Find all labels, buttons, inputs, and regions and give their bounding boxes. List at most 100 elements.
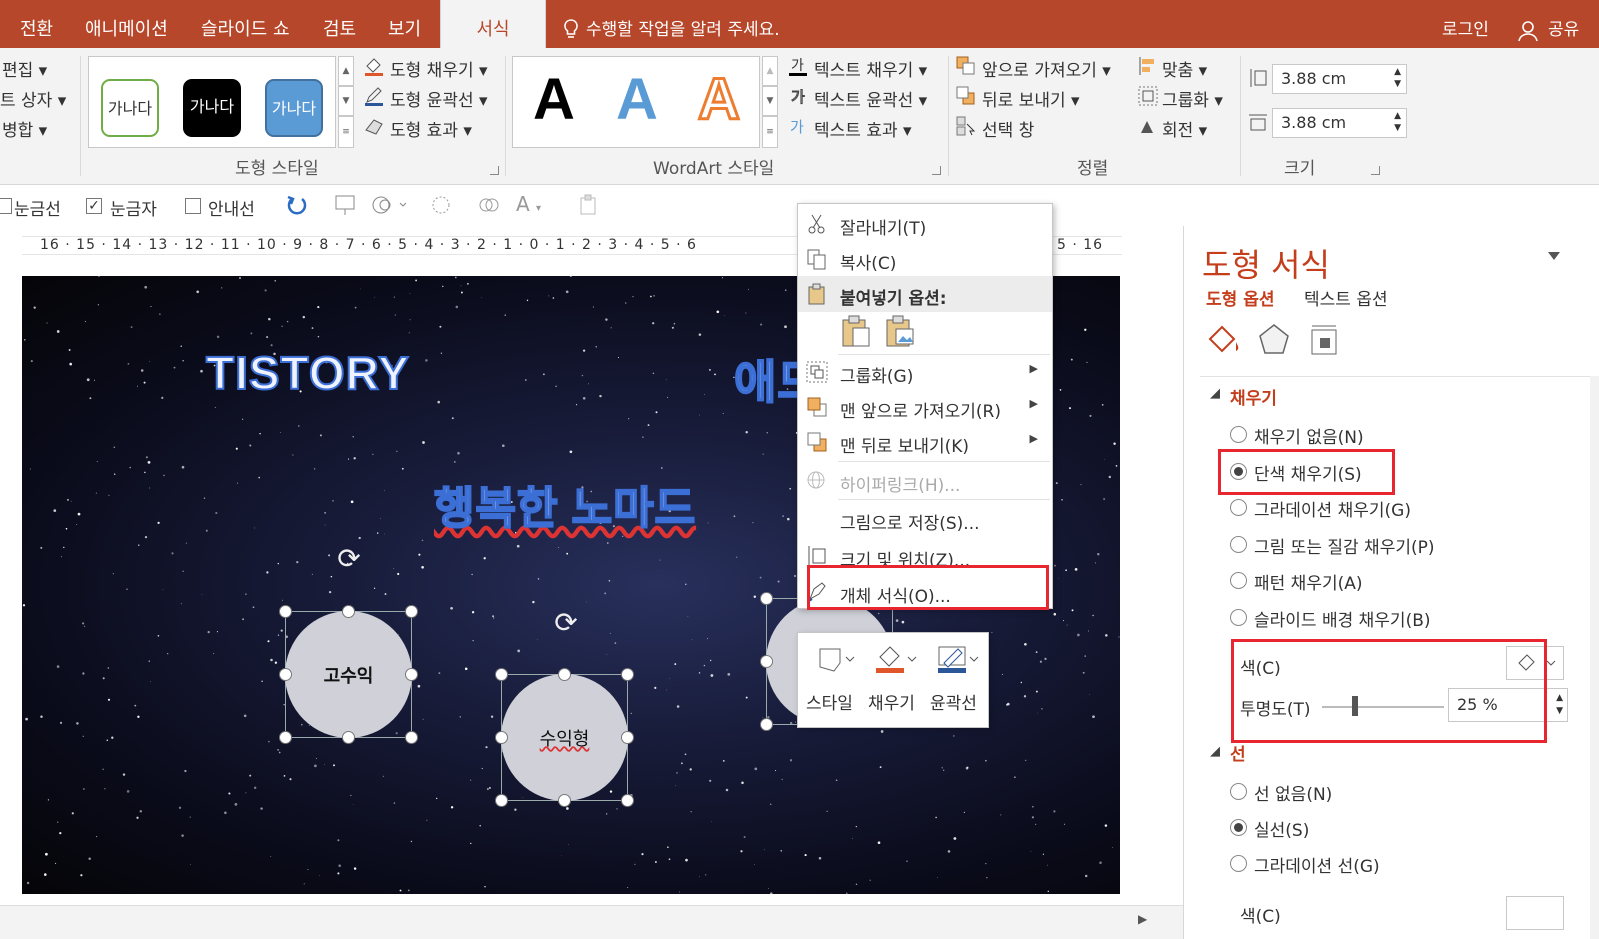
paste-format-icon[interactable] [578,194,598,216]
slideshow-icon[interactable] [334,194,358,216]
shape-effects-button[interactable]: 도형 효과 ▾ [390,116,472,141]
lasso-icon[interactable] [430,194,452,216]
ruler-checkbox[interactable]: ✓ [86,198,102,214]
fill-bucket-icon[interactable] [874,643,918,675]
gridlines-checkbox[interactable] [0,198,12,214]
resize-handle[interactable] [279,731,292,744]
tab-text-options[interactable]: 텍스트 옵션 [1304,285,1388,310]
shape-width-input[interactable]: 3.88 cm ▲ ▼ [1272,108,1407,138]
align-button[interactable]: 맞춤 ▾ [1162,56,1207,81]
menu-item-hyperlink[interactable]: 하이퍼링크(H)... [798,463,1052,499]
wordart-up-button[interactable]: ▲ [762,56,778,86]
resize-handle[interactable] [342,605,355,618]
mini-style-label[interactable]: 스타일 [806,689,853,714]
shape-style-outline[interactable]: 가나다 [101,79,159,137]
gallery-more-button[interactable]: ≡ [338,116,354,148]
collapse-triangle-icon[interactable]: ◢ [1210,386,1220,401]
resize-handle[interactable] [621,668,634,681]
gallery-up-button[interactable]: ▲ [338,56,354,86]
selection-pane-button[interactable]: 선택 창 [982,116,1034,141]
mini-fill-label[interactable]: 채우기 [868,689,915,714]
size-launcher[interactable] [1371,166,1380,175]
tab-format[interactable]: 서식 [440,0,546,48]
radio-no-fill[interactable] [1230,426,1247,443]
radio-no-line[interactable] [1230,783,1247,800]
rotate-handle-icon[interactable]: ⟳ [551,608,581,638]
paste-as-picture-icon[interactable] [884,314,916,348]
wordart-style-black[interactable]: A [533,71,575,129]
tell-me-search[interactable]: 수행할 작업을 알려 주세요. [586,0,780,48]
mini-outline-label[interactable]: 윤곽선 [930,689,977,714]
login-link[interactable]: 로그인 [1442,0,1489,48]
tab-animations[interactable]: 애니메이션 [85,0,168,48]
pane-scrollbar[interactable] [1590,376,1599,939]
bring-forward-button[interactable]: 앞으로 가져오기 ▾ [982,56,1111,81]
slide-horizontal-scrollbar[interactable]: ▶ [0,905,1183,939]
radio-picture-fill[interactable] [1230,536,1247,553]
undo-icon[interactable] [286,194,308,216]
wordart-launcher[interactable] [932,166,941,175]
paste-keep-format-icon[interactable] [840,314,872,348]
text-effects-button[interactable]: 텍스트 효과 ▾ [814,116,912,141]
share-button[interactable]: 공유 [1548,0,1579,48]
tab-shape-options[interactable]: 도형 옵션 [1206,285,1274,310]
radio-gradient-line[interactable] [1230,855,1247,872]
pane-options-dropdown-icon[interactable] [1548,252,1560,260]
resize-handle[interactable] [495,668,508,681]
radio-slide-background-fill[interactable] [1230,609,1247,626]
shape-circle-high-income[interactable]: 고수익 [285,611,412,738]
tab-transitions[interactable]: 전환 [20,0,53,48]
slide-title-tistory[interactable]: TISTORY [205,346,410,400]
shape-circle-profit-type[interactable]: 수익형 [501,674,628,801]
tab-view[interactable]: 보기 [388,0,421,48]
group-button[interactable]: 그룹화 ▾ [1162,86,1223,111]
resize-handle[interactable] [342,731,355,744]
rotate-button[interactable]: 회전 ▾ [1162,116,1207,141]
shapes-dropdown-icon[interactable] [372,194,408,216]
menu-item-cut[interactable]: 잘라내기(T) [798,206,1052,242]
resize-handle[interactable] [279,605,292,618]
resize-handle[interactable] [558,794,571,807]
font-color-icon[interactable]: A ▾ [516,192,556,216]
rotate-handle-icon[interactable]: ⟳ [334,544,364,574]
fill-line-icon[interactable] [1206,322,1242,358]
resize-handle[interactable] [760,592,773,605]
scroll-right-arrow-icon[interactable]: ▶ [1138,912,1147,926]
shape-height-input[interactable]: 3.88 cm ▲ ▼ [1272,64,1407,94]
menu-item-send-to-back[interactable]: 맨 뒤로 보내기(K) ▶ [798,424,1052,460]
wordart-more-button[interactable]: ≡ [762,116,778,148]
radio-pattern-fill[interactable] [1230,572,1247,589]
size-properties-icon[interactable] [1308,322,1344,358]
text-box-button[interactable]: 트 상자 ▾ [0,86,66,111]
fill-section-header[interactable]: 채우기 [1230,384,1277,409]
resize-handle[interactable] [760,718,773,731]
send-backward-button[interactable]: 뒤로 보내기 ▾ [982,86,1080,111]
resize-handle[interactable] [405,668,418,681]
collapse-triangle-icon[interactable]: ◢ [1210,744,1220,759]
style-icon[interactable] [816,643,858,675]
resize-handle[interactable] [621,731,634,744]
shape-style-black[interactable]: 가나다 [183,79,241,137]
effects-pentagon-icon[interactable] [1256,322,1292,358]
slide-subtitle[interactable]: 행복한 노마드 [433,472,696,536]
text-fill-button[interactable]: 텍스트 채우기 ▾ [814,56,927,81]
resize-handle[interactable] [558,668,571,681]
shape-style-blue[interactable]: 가나다 [265,79,323,137]
radio-gradient-fill[interactable] [1230,499,1247,516]
merge-icon[interactable] [478,194,500,216]
resize-handle[interactable] [405,731,418,744]
resize-handle[interactable] [405,605,418,618]
menu-item-bring-to-front[interactable]: 맨 앞으로 가져오기(R) ▶ [798,389,1052,425]
tab-slideshow[interactable]: 슬라이드 쇼 [201,0,290,48]
text-outline-button[interactable]: 텍스트 윤곽선 ▾ [814,86,927,111]
gallery-down-button[interactable]: ▼ [338,86,354,116]
wordart-down-button[interactable]: ▼ [762,86,778,116]
line-section-header[interactable]: 선 [1230,740,1246,765]
guides-checkbox[interactable] [185,198,201,214]
shape-fill-button[interactable]: 도형 채우기 ▾ [390,56,488,81]
tab-review[interactable]: 검토 [323,0,356,48]
resize-handle[interactable] [621,794,634,807]
wordart-style-orange[interactable]: A [697,69,742,130]
outline-pen-icon[interactable] [936,643,980,675]
line-color-picker[interactable] [1506,896,1564,930]
